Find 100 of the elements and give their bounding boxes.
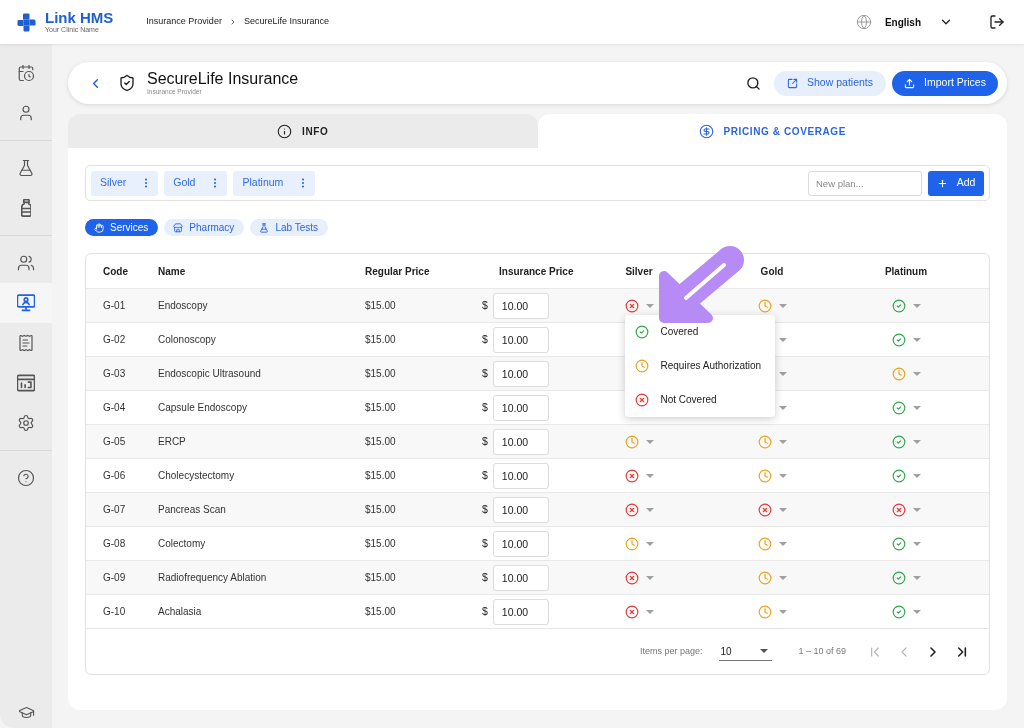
app-name: Link HMS: [45, 10, 114, 25]
new-plan-input[interactable]: New plan...: [808, 170, 922, 196]
caret-icon[interactable]: [778, 371, 787, 376]
logout-icon[interactable]: [989, 14, 1005, 30]
table-cell-text: G-08: [102, 537, 126, 551]
table-cell-text: G-09: [102, 571, 126, 585]
price-input[interactable]: 10.00: [492, 428, 549, 455]
caret-icon[interactable]: [778, 473, 787, 478]
caret-icon[interactable]: [645, 439, 654, 444]
caret-icon[interactable]: [645, 303, 654, 308]
table-cell-text: Radiofrequency Ablation: [158, 571, 267, 585]
table-cell-text: $15.00: [365, 299, 396, 313]
caret-icon[interactable]: [778, 541, 787, 546]
category-pill[interactable]: Pharmacy: [164, 219, 245, 236]
column-header: Gold: [759, 264, 785, 279]
tab[interactable]: INFO: [68, 114, 538, 148]
table-cell-text: Endoscopy: [158, 299, 208, 313]
column-header: Silver: [624, 264, 654, 279]
caret-icon[interactable]: [912, 439, 921, 444]
flask-icon: [17, 159, 35, 177]
breadcrumb-item[interactable]: SecureLife Insurance: [243, 15, 329, 29]
help-icon: [17, 469, 35, 487]
import-button[interactable]: Import Prices: [892, 70, 998, 96]
caret-icon[interactable]: [912, 507, 921, 512]
caret-icon[interactable]: [912, 609, 921, 614]
price-input[interactable]: 10.00: [492, 462, 549, 489]
table-cell-text: $15.00: [365, 333, 396, 347]
plan-name[interactable]: Gold: [173, 175, 196, 191]
category-pill[interactable]: Lab Tests: [250, 219, 328, 236]
shield-check-icon: [118, 74, 136, 92]
caret-icon[interactable]: [778, 303, 787, 308]
table-cell-text: ERCP: [158, 435, 186, 449]
caret-icon[interactable]: [778, 575, 787, 580]
page-title: SecureLife Insurance: [147, 70, 299, 88]
tab[interactable]: PRICING & COVERAGE: [537, 114, 1007, 148]
language-select[interactable]: English: [884, 14, 953, 30]
users-icon: [17, 254, 35, 272]
show-patients-button[interactable]: Show patients: [774, 70, 886, 96]
caret-icon[interactable]: [778, 609, 787, 614]
sidebar-item[interactable]: [0, 283, 52, 323]
caret-icon[interactable]: [645, 575, 654, 580]
page-size-select[interactable]: 10: [719, 642, 773, 661]
caret-icon[interactable]: [645, 609, 654, 614]
plan-chip[interactable]: Platinum: [233, 170, 316, 196]
caret-icon[interactable]: [912, 303, 921, 308]
price-input[interactable]: 10.00: [492, 496, 549, 523]
table-cell-text: G-01: [102, 299, 126, 313]
caret-icon[interactable]: [912, 371, 921, 376]
price-input[interactable]: 10.00: [492, 598, 549, 625]
menu-item[interactable]: Not Covered: [624, 382, 775, 417]
caret-icon[interactable]: [778, 337, 787, 342]
caret-icon[interactable]: [912, 575, 921, 580]
table-cell-text: $15.00: [365, 537, 396, 551]
currency-symbol: $: [482, 399, 488, 415]
plan-chip[interactable]: Gold: [164, 170, 228, 196]
info-icon: [277, 123, 293, 139]
caret-icon[interactable]: [912, 473, 921, 478]
table-cell-text: Endoscopic Ultrasound: [158, 367, 261, 381]
items-per-page-label: Items per page:: [639, 644, 703, 658]
price-input[interactable]: 10.00: [492, 530, 549, 557]
add-button[interactable]: Add: [928, 170, 984, 196]
globe-icon: [855, 14, 872, 30]
caret-icon[interactable]: [778, 405, 787, 410]
caret-icon[interactable]: [645, 507, 654, 512]
caret-icon[interactable]: [778, 439, 787, 444]
price-input[interactable]: 10.00: [492, 360, 549, 387]
flask-icon: [259, 222, 270, 233]
plus-icon: [936, 177, 948, 189]
caret-icon[interactable]: [645, 473, 654, 478]
plan-chip[interactable]: Silver: [91, 170, 159, 196]
caret-icon[interactable]: [645, 541, 654, 546]
currency-symbol: $: [482, 297, 488, 313]
currency-symbol: $: [482, 603, 488, 619]
currency-symbol: $: [482, 365, 488, 381]
category-pill[interactable]: Services: [85, 219, 159, 236]
price-input[interactable]: 10.00: [492, 564, 549, 591]
table-cell-text: Colonoscopy: [158, 333, 216, 347]
price-input[interactable]: 10.00: [492, 292, 549, 319]
menu-item[interactable]: Covered: [624, 314, 775, 349]
breadcrumb-item[interactable]: Insurance Provider: [146, 15, 222, 29]
menu-item[interactable]: Requires Authorization: [624, 348, 775, 383]
table-cell-text: $15.00: [365, 605, 396, 619]
table-cell-text: G-03: [102, 367, 126, 381]
plan-name[interactable]: Platinum: [242, 175, 284, 191]
currency-symbol: $: [482, 501, 488, 517]
caret-icon[interactable]: [778, 507, 787, 512]
plan-name[interactable]: Silver: [100, 175, 127, 191]
search-icon[interactable]: [746, 75, 761, 91]
table-cell-text: G-04: [102, 401, 126, 415]
store-icon: [173, 222, 184, 233]
table-cell-text: Achalasia: [158, 605, 202, 619]
caret-icon[interactable]: [912, 337, 921, 342]
price-input[interactable]: 10.00: [492, 394, 549, 421]
currency-symbol: $: [482, 569, 488, 585]
caret-icon[interactable]: [912, 541, 921, 546]
table-cell-text: Cholecystectomy: [158, 469, 235, 483]
caret-icon[interactable]: [912, 405, 921, 410]
price-input[interactable]: 10.00: [492, 326, 549, 353]
table-cell-text: Pancreas Scan: [158, 503, 226, 517]
chart-icon: [17, 374, 35, 392]
